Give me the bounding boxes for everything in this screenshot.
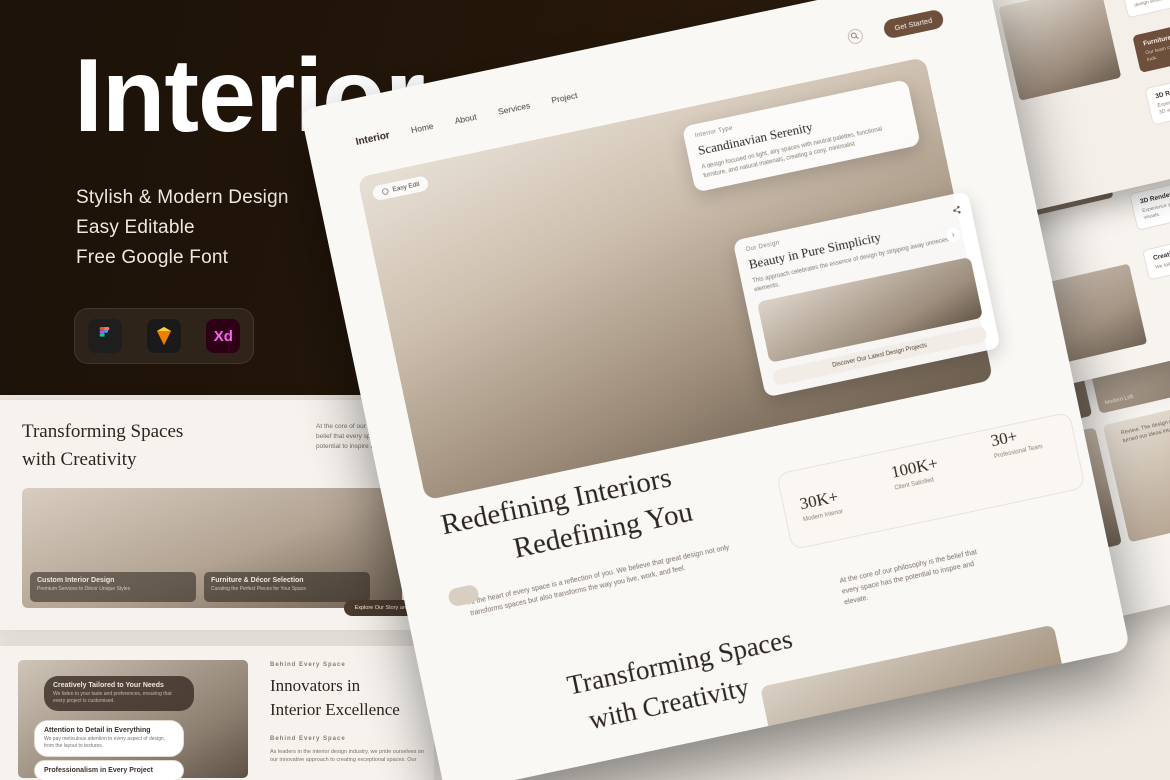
slide-image <box>998 0 1122 101</box>
nav-spacer <box>599 42 826 90</box>
nav-item-home[interactable]: Home <box>410 121 434 135</box>
chip-title: Attention to Detail in Everything <box>44 727 151 734</box>
stat-item: 30K+ Modern Interior <box>798 486 844 523</box>
slide-innovators[interactable]: Creatively Tailored to Your Needs We lis… <box>0 646 434 780</box>
feature-item: Stylish & Modern Design <box>76 187 289 208</box>
search-icon[interactable] <box>845 27 864 45</box>
card-subtitle: Premium Services to Décor Unique Styles <box>37 586 131 592</box>
feature-chip[interactable]: Attention to Detail in Everything We pay… <box>34 720 184 757</box>
card-subtitle: Curating the Perfect Pieces for Your Spa… <box>211 586 307 592</box>
chip-title: Creatively Tailored to Your Needs <box>53 682 164 689</box>
feature-list: Stylish & Modern Design Easy Editable Fr… <box>76 183 289 273</box>
badge-label: Easy Edit <box>391 180 421 194</box>
card-title: Creative Concepts <box>1152 242 1170 262</box>
hero-website-mockup[interactable]: Interior Home About Services Project Get… <box>300 0 1131 780</box>
sketch-icon <box>146 319 181 353</box>
get-started-button[interactable]: Get Started <box>881 8 945 40</box>
adobe-xd-icon: Xd <box>206 319 241 353</box>
slide-heading: Innovators in Interior Excellence <box>270 676 400 719</box>
hero-subcopy: At the heart of every space is a reflect… <box>467 544 730 618</box>
chip-title: Professionalism in Every Project <box>44 767 153 774</box>
easy-edit-badge: Easy Edit <box>371 175 430 202</box>
feature-item: Free Google Font <box>76 247 229 268</box>
slide-copy: Behind Every Space Innovators in Interio… <box>270 662 430 764</box>
card-subtitle: Maximising the potential of your space w… <box>1132 0 1170 9</box>
nav-item-about[interactable]: About <box>454 112 478 126</box>
stat-item: 30+ Professional Team <box>989 422 1043 460</box>
site-logo[interactable]: Interior <box>355 130 391 148</box>
figma-icon <box>87 319 122 353</box>
slide-body: As leaders in the interior design indust… <box>270 749 424 763</box>
slide-card[interactable]: Custom Interior Design Premium Services … <box>30 572 196 602</box>
presentation-preview: Interior Stylish & Modern Design Easy Ed… <box>0 0 1170 780</box>
stats-panel: 30K+ Modern Interior 100K+ Client Satisf… <box>776 411 1086 551</box>
nav-item-services[interactable]: Services <box>497 100 531 117</box>
tool-badges: Xd <box>74 308 254 364</box>
slide-card[interactable]: Furniture & Décor Selection Curating the… <box>204 572 370 602</box>
chip-subtitle: We listen to your taste and preferences,… <box>53 691 172 704</box>
feature-chip[interactable]: Professionalism in Every Project <box>34 760 184 780</box>
slide-heading: Transforming Spaces with Creativity <box>22 421 184 470</box>
slide-kicker-2: Behind Every Space <box>270 736 346 742</box>
nav-item-project[interactable]: Project <box>550 90 578 105</box>
hero-closing-paragraph: At the core of our philosophy is the bel… <box>839 549 978 607</box>
slide-image: Custom Interior Design Premium Services … <box>22 488 402 608</box>
service-card[interactable]: Space Planning Maximising the potential … <box>1119 0 1170 19</box>
card-title: Furniture & Décor Selection <box>211 577 304 584</box>
chip-subtitle: We pay meticulous attention to every asp… <box>44 736 166 749</box>
card-title: Furniture & Decor <box>1142 28 1170 48</box>
card-title: Custom Interior Design <box>37 577 115 584</box>
gallery-label: Modern Loft <box>1104 393 1135 407</box>
feature-chip[interactable]: Creatively Tailored to Your Needs We lis… <box>44 676 194 711</box>
stat-item: 100K+ Client Satisfied <box>889 453 941 491</box>
feature-item: Easy Editable <box>76 217 195 238</box>
slide-kicker: Behind Every Space <box>270 662 346 668</box>
card-title: 3D Rendering <box>1154 83 1170 101</box>
